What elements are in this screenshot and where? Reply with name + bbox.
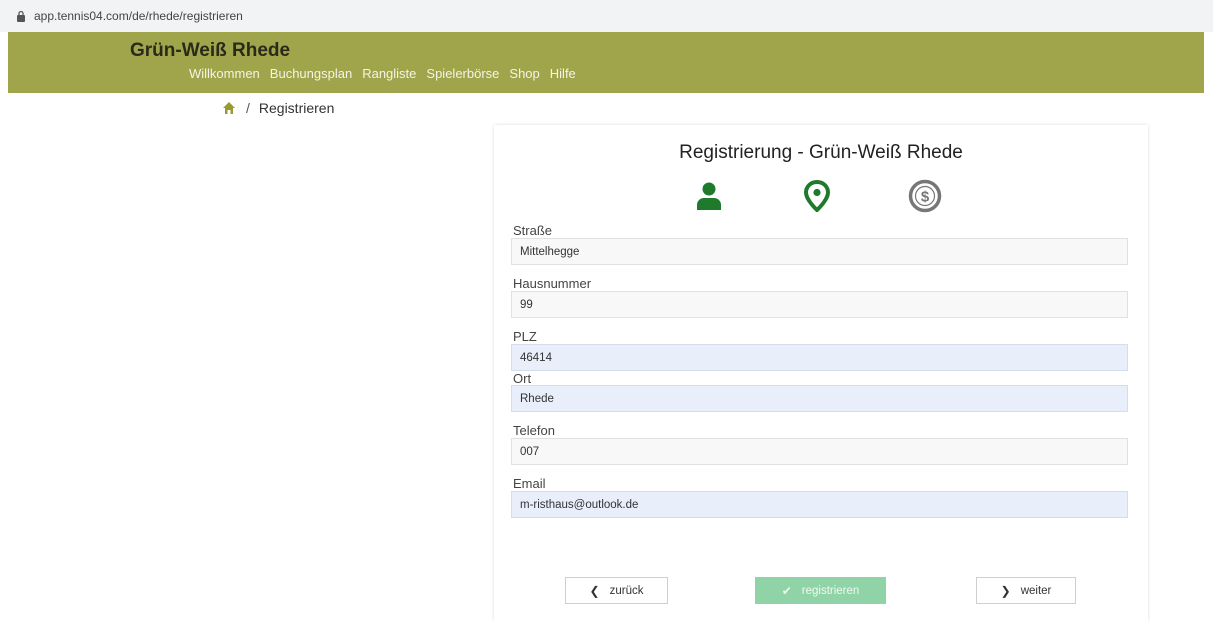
next-button-label: weiter (1020, 584, 1052, 597)
location-pin-icon (800, 179, 834, 213)
site-header: Grün-Weiß Rhede Willkommen Buchungsplan … (8, 32, 1204, 93)
register-button-label: registrieren (801, 584, 860, 597)
city-label: Ort (513, 371, 532, 386)
house-number-field[interactable]: 99 (511, 291, 1128, 318)
form-title: Registrierung - Grün-Weiß Rhede (679, 142, 963, 163)
zip-field[interactable]: 46414 (511, 344, 1128, 371)
url-text: app.tennis04.com/de/rhede/registrieren (34, 9, 243, 23)
back-button-label: zurück (609, 584, 644, 597)
street-label: Straße (513, 223, 553, 238)
main-nav: Willkommen Buchungsplan Rangliste Spiele… (189, 66, 586, 81)
breadcrumb-separator: / (246, 100, 250, 116)
lock-icon (14, 9, 28, 23)
back-button[interactable]: ❮ zurück (565, 577, 668, 604)
email-field[interactable]: m-risthaus@outlook.de (511, 491, 1128, 518)
user-icon (692, 179, 726, 213)
address-bar[interactable]: app.tennis04.com/de/rhede/registrieren (0, 0, 1213, 32)
breadcrumb: / Registrieren (222, 100, 334, 116)
zip-label: PLZ (513, 329, 537, 344)
svg-text:$: $ (921, 189, 930, 206)
breadcrumb-current: Registrieren (258, 100, 335, 116)
nav-item-hilfe[interactable]: Hilfe (550, 66, 576, 81)
chevron-left-icon: ❮ (589, 583, 600, 598)
phone-field[interactable]: 007 (511, 438, 1128, 465)
register-button[interactable]: ✔ registrieren (755, 577, 886, 604)
street-field[interactable]: Mittelhegge (511, 238, 1128, 265)
home-icon[interactable] (222, 101, 236, 115)
check-icon: ✔ (781, 583, 792, 598)
chevron-right-icon: ❯ (1000, 583, 1011, 598)
nav-item-buchungsplan[interactable]: Buchungsplan (270, 66, 352, 81)
nav-item-spielerboerse[interactable]: Spielerbörse (426, 66, 499, 81)
nav-item-shop[interactable]: Shop (509, 66, 539, 81)
email-label: Email (513, 476, 546, 491)
site-brand[interactable]: Grün-Weiß Rhede (130, 40, 290, 62)
next-button[interactable]: ❯ weiter (976, 577, 1076, 604)
dollar-circle-icon: $ (908, 179, 942, 213)
nav-item-rangliste[interactable]: Rangliste (362, 66, 416, 81)
registration-card: Registrierung - Grün-Weiß Rhede $ Straße… (494, 125, 1148, 621)
house-number-label: Hausnummer (513, 276, 592, 291)
phone-label: Telefon (513, 423, 555, 438)
nav-item-willkommen[interactable]: Willkommen (189, 66, 260, 81)
city-field[interactable]: Rhede (511, 385, 1128, 412)
